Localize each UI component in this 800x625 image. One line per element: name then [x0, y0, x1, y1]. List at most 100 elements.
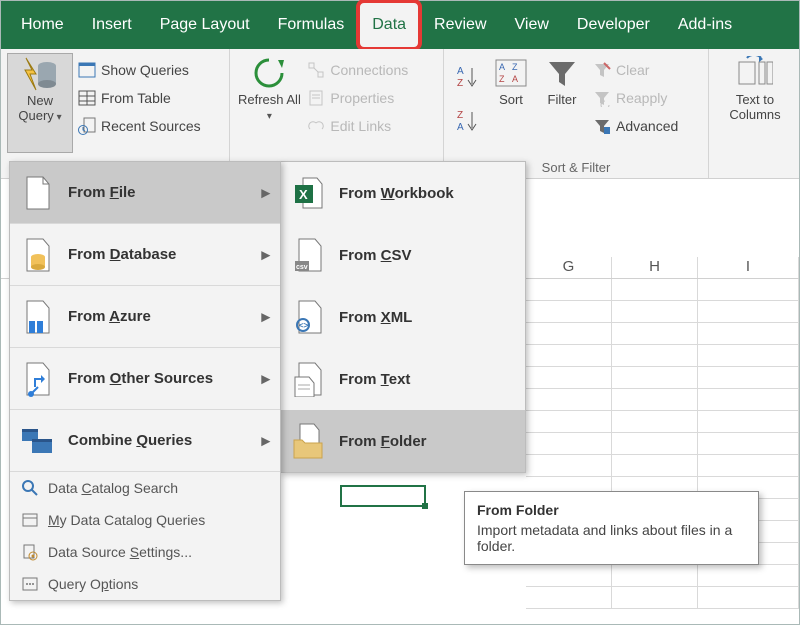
- connections-icon: [306, 60, 326, 80]
- menu-from-azure[interactable]: From Azure ▶: [10, 286, 280, 348]
- chevron-right-icon: ▶: [262, 372, 270, 385]
- menu-source-settings[interactable]: Data Source Settings...: [10, 536, 280, 568]
- submenu-from-workbook[interactable]: X From Workbook: [281, 162, 525, 224]
- reapply-button[interactable]: Reapply: [588, 85, 682, 111]
- from-table-label: From Table: [101, 90, 171, 106]
- svg-text:X: X: [299, 187, 308, 202]
- edit-links-button[interactable]: Edit Links: [302, 113, 412, 139]
- tab-addins[interactable]: Add-ins: [664, 1, 746, 49]
- new-query-menu: From File ▶ From Database ▶ From Azure ▶…: [9, 161, 281, 601]
- svg-text:A: A: [499, 62, 505, 72]
- folder-file-icon: [291, 421, 327, 461]
- menu-from-azure-label: From Azure: [68, 308, 151, 325]
- col-header-g[interactable]: G: [526, 257, 612, 278]
- menu-catalog-search[interactable]: Data Catalog Search: [10, 472, 280, 504]
- gear-file-icon: [20, 542, 40, 562]
- my-catalog-icon: [20, 510, 40, 530]
- menu-from-database[interactable]: From Database ▶: [10, 224, 280, 286]
- advanced-label: Advanced: [616, 118, 678, 134]
- group-get-transform: New Query Show Queries From Table Recent…: [1, 49, 230, 178]
- submenu-folder-label: From Folder: [339, 433, 427, 450]
- refresh-icon: [251, 55, 287, 91]
- tab-home[interactable]: Home: [7, 1, 78, 49]
- fill-handle[interactable]: [422, 503, 428, 509]
- csv-file-icon: csv: [291, 235, 327, 275]
- filter-button[interactable]: Filter: [536, 53, 588, 153]
- col-header-h[interactable]: H: [612, 257, 698, 278]
- connections-label: Connections: [330, 62, 408, 78]
- sort-label: Sort: [499, 93, 523, 108]
- from-table-button[interactable]: From Table: [73, 85, 205, 111]
- menu-catalog-search-label: Data Catalog Search: [48, 480, 178, 496]
- svg-text:<>: <>: [299, 321, 309, 330]
- tab-developer[interactable]: Developer: [563, 1, 664, 49]
- show-queries-button[interactable]: Show Queries: [73, 57, 205, 83]
- show-queries-label: Show Queries: [101, 62, 189, 78]
- file-icon: [20, 173, 56, 213]
- active-cell[interactable]: [340, 485, 426, 507]
- options-icon: [20, 574, 40, 594]
- menu-combine-label: Combine Queries: [68, 432, 192, 449]
- recent-sources-button[interactable]: Recent Sources: [73, 113, 205, 139]
- new-query-button[interactable]: New Query: [7, 53, 73, 153]
- clear-button[interactable]: Clear: [588, 57, 682, 83]
- menu-query-options[interactable]: Query Options: [10, 568, 280, 600]
- chevron-right-icon: ▶: [262, 434, 270, 447]
- refresh-all-button[interactable]: Refresh All: [236, 53, 302, 153]
- svg-text:A: A: [457, 122, 464, 133]
- tab-review[interactable]: Review: [420, 1, 500, 49]
- recent-sources-label: Recent Sources: [101, 118, 201, 134]
- sort-za-button[interactable]: ZA: [450, 103, 486, 139]
- svg-text:Z: Z: [499, 74, 505, 84]
- tooltip-from-folder: From Folder Import metadata and links ab…: [464, 491, 759, 565]
- group-label-data-tools: [715, 156, 793, 176]
- reapply-label: Reapply: [616, 90, 667, 106]
- tab-page-layout[interactable]: Page Layout: [146, 1, 264, 49]
- other-sources-icon: [20, 359, 56, 399]
- group-data-tools: Text to Columns: [709, 49, 799, 178]
- col-header-i[interactable]: I: [698, 257, 799, 278]
- text-to-columns-button[interactable]: Text to Columns: [715, 53, 795, 153]
- menu-from-other[interactable]: From Other Sources ▶: [10, 348, 280, 410]
- svg-text:Z: Z: [512, 62, 518, 72]
- tooltip-body: Import metadata and links about files in…: [477, 522, 746, 554]
- tab-insert[interactable]: Insert: [78, 1, 146, 49]
- svg-text:A: A: [512, 74, 518, 84]
- sort-dialog-icon: AZZA: [493, 55, 529, 91]
- text-file-icon: [291, 359, 327, 399]
- menu-query-options-label: Query Options: [48, 576, 138, 592]
- combine-queries-icon: [20, 421, 56, 461]
- new-query-label: New Query: [8, 94, 72, 124]
- group-connections: Refresh All Connections Properties Edit …: [230, 49, 444, 178]
- clear-label: Clear: [616, 62, 649, 78]
- properties-label: Properties: [330, 90, 394, 106]
- refresh-all-label: Refresh All: [236, 93, 302, 123]
- sort-az-button[interactable]: AZ: [450, 59, 486, 95]
- excel-workbook-icon: X: [291, 173, 327, 213]
- menu-my-catalog[interactable]: My Data Catalog Queries: [10, 504, 280, 536]
- sort-button[interactable]: AZZA Sort: [486, 53, 536, 153]
- properties-icon: [306, 88, 326, 108]
- tab-data[interactable]: Data: [358, 1, 420, 49]
- sort-desc-icon: ZA: [454, 107, 482, 135]
- submenu-from-xml[interactable]: <> From XML: [281, 286, 525, 348]
- properties-button[interactable]: Properties: [302, 85, 412, 111]
- recent-sources-icon: [77, 116, 97, 136]
- from-file-submenu: X From Workbook csv From CSV <> From XML…: [280, 161, 526, 473]
- edit-links-icon: [306, 116, 326, 136]
- reapply-icon: [592, 88, 612, 108]
- chevron-right-icon: ▶: [262, 310, 270, 323]
- submenu-from-csv[interactable]: csv From CSV: [281, 224, 525, 286]
- connections-button[interactable]: Connections: [302, 57, 412, 83]
- submenu-from-folder[interactable]: From Folder: [281, 410, 525, 472]
- tab-formulas[interactable]: Formulas: [264, 1, 359, 49]
- menu-combine-queries[interactable]: Combine Queries ▶: [10, 410, 280, 472]
- submenu-csv-label: From CSV: [339, 247, 412, 264]
- advanced-button[interactable]: Advanced: [588, 113, 682, 139]
- tab-view[interactable]: View: [501, 1, 563, 49]
- search-icon: [20, 478, 40, 498]
- database-file-icon: [20, 235, 56, 275]
- submenu-from-text[interactable]: From Text: [281, 348, 525, 410]
- menu-from-file[interactable]: From File ▶: [10, 162, 280, 224]
- ribbon-body: New Query Show Queries From Table Recent…: [1, 49, 799, 179]
